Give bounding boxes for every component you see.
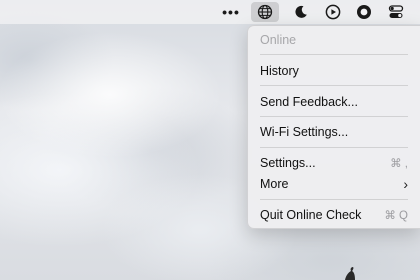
shortcut-label: ⌘ Q — [384, 210, 408, 222]
play-glyph — [325, 4, 341, 20]
shortcut-label: ⌘ , — [390, 158, 408, 170]
menu-item-quit[interactable]: Quit Online Check ⌘ Q — [252, 204, 420, 226]
more-icon[interactable]: ••• — [219, 2, 243, 22]
record-icon[interactable] — [352, 2, 376, 22]
menu-item-wifi-settings[interactable]: Wi-Fi Settings... — [252, 121, 420, 143]
menu-separator — [260, 116, 408, 117]
menu-separator — [260, 85, 408, 86]
menu-item-send-feedback[interactable]: Send Feedback... — [252, 91, 420, 113]
menu-item-settings[interactable]: Settings... ⌘ , — [252, 152, 420, 174]
bird-silhouette — [345, 267, 355, 280]
globe-icon[interactable] — [251, 2, 279, 22]
menu-bar: ••• — [0, 0, 420, 24]
play-icon[interactable] — [321, 2, 345, 22]
control-center-glyph — [388, 5, 404, 18]
menu-item-more[interactable]: More › — [252, 173, 420, 195]
menu-separator — [260, 54, 408, 55]
status-menu-dropdown: Online History Send Feedback... Wi-Fi Se… — [247, 25, 420, 229]
control-center-icon[interactable] — [384, 2, 408, 22]
moon-glyph — [295, 5, 307, 18]
record-glyph — [357, 5, 371, 19]
globe-glyph — [257, 4, 273, 20]
moon-icon[interactable] — [289, 2, 313, 22]
chevron-right-icon: › — [403, 176, 408, 192]
menu-separator — [260, 147, 408, 148]
menu-separator — [260, 199, 408, 200]
menu-item-history[interactable]: History — [252, 60, 420, 82]
menu-status-online: Online — [260, 33, 297, 47]
desktop-wallpaper: ••• Online History Send Feedback... Wi-F… — [0, 0, 420, 280]
